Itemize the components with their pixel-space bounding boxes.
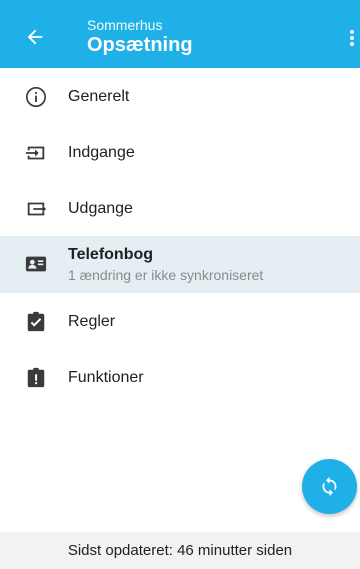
menu-item-label: Funktioner [68,369,144,386]
menu-item-label: Regler [68,313,116,330]
clipboard-check-icon [27,311,45,332]
menu-item-label: Telefonbog [68,246,154,263]
settings-menu: Generelt Indgange Udgange Telefonbog 1 æ… [0,68,360,405]
contact-card-icon [25,256,47,272]
info-circle-icon [26,87,46,107]
clipboard-alert-icon [27,367,45,388]
last-updated-text: Sidst opdateret: 46 minutter siden [67,542,293,559]
menu-item-indgange[interactable]: Indgange [0,124,360,180]
menu-item-label: Generelt [68,88,130,105]
sync-button[interactable] [302,459,357,514]
menu-item-label: Indgange [68,144,135,161]
sync-icon [322,476,337,497]
app-bar-titles: Sommerhus Opsætning [87,17,193,57]
menu-item-funktioner[interactable]: Funktioner [0,349,360,405]
menu-item-udgange[interactable]: Udgange [0,180,360,236]
arrow-back-icon[interactable] [24,26,46,48]
menu-item-regler[interactable]: Regler [0,293,360,349]
more-options-icon[interactable] [348,30,356,50]
menu-item-generelt[interactable]: Generelt [0,68,360,124]
output-icon [27,202,47,216]
page-title: Opsætning [87,34,193,56]
app-bar-subtitle: Sommerhus [87,17,163,33]
menu-item-telefonbog[interactable]: Telefonbog 1 ændring er ikke synkroniser… [0,236,360,293]
input-icon [25,146,45,160]
sync-status-text: 1 ændring er ikke synkroniseret [68,267,264,283]
app-bar: Sommerhus Opsætning [0,0,360,68]
menu-item-label: Udgange [68,200,133,217]
status-bar: Sidst opdateret: 46 minutter siden [0,532,360,569]
